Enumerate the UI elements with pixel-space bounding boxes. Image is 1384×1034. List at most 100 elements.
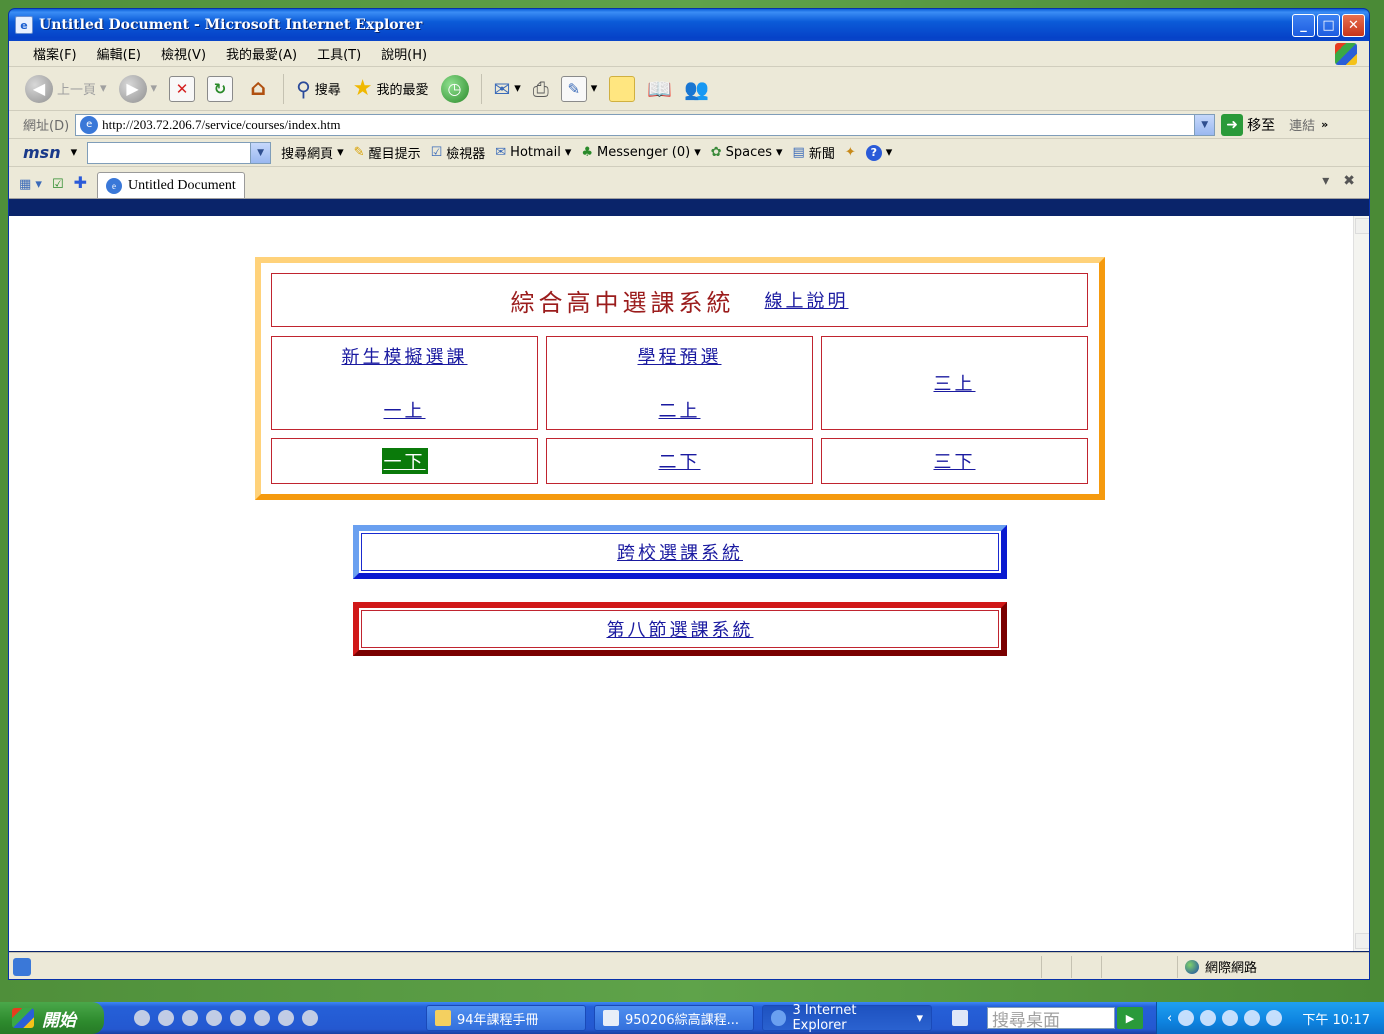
back-button[interactable]: ◀ 上一頁 ▾ (21, 72, 111, 106)
research-button[interactable]: 📖 (643, 72, 676, 106)
grade2-first-link[interactable]: 二上 (659, 397, 701, 423)
messenger-button[interactable]: 👥 (680, 72, 713, 106)
chevron-right-icon[interactable]: » (1321, 118, 1328, 131)
address-input[interactable]: e http://203.72.206.7/service/courses/in… (75, 113, 1216, 136)
vertical-scrollbar[interactable] (1353, 216, 1369, 951)
history-button[interactable]: ◷ (437, 72, 473, 106)
tray-icon[interactable] (1200, 1010, 1217, 1026)
menu-edit[interactable]: 編輯(E) (87, 44, 151, 63)
quick-launch-icon[interactable] (230, 1010, 246, 1026)
cross-school-link[interactable]: 跨校選課系統 (617, 539, 743, 565)
quick-launch-icon[interactable] (158, 1010, 174, 1026)
msn-search-input[interactable]: ▼ (87, 141, 272, 164)
security-zone: 網際網路 (1185, 957, 1257, 976)
msn-search-dropdown-icon[interactable]: ▼ (250, 142, 271, 163)
links-button[interactable]: 連結 (1289, 115, 1315, 134)
tray-expand-icon[interactable]: ‹ (1167, 1011, 1172, 1026)
address-bar: 網址(D) e http://203.72.206.7/service/cour… (9, 111, 1369, 139)
discuss-button[interactable] (605, 72, 639, 106)
quick-launch-icon[interactable] (134, 1010, 150, 1026)
windows-logo-icon (12, 1008, 34, 1028)
desktop-search-input[interactable]: 搜尋桌面 (987, 1007, 1115, 1031)
search-button[interactable]: ⚲ 搜尋 (292, 72, 345, 106)
quick-tabs-icon[interactable]: ▦ ▾ (19, 177, 42, 192)
messenger-msn-button[interactable]: ♣ Messenger (0) ▾ (581, 145, 700, 160)
go-button[interactable]: ➜ 移至 (1221, 113, 1275, 136)
forward-button[interactable]: ▶ ▾ (115, 72, 162, 106)
grade1-second-link[interactable]: 一下 (381, 448, 428, 474)
minimize-button[interactable]: _ (1292, 13, 1315, 37)
help-link[interactable]: 線上說明 (765, 287, 849, 313)
stop-button[interactable]: ✕ (165, 72, 199, 106)
new-tab-icon[interactable]: ✚ (74, 173, 87, 192)
program-pre-link[interactable]: 學程預選 (638, 343, 722, 369)
title-bar[interactable]: e Untitled Document - Microsoft Internet… (9, 9, 1369, 41)
menu-file[interactable]: 檔案(F) (23, 44, 87, 63)
taskbar-item-ie[interactable]: 3 Internet Explorer ▾ (762, 1003, 932, 1033)
start-button[interactable]: 開始 (0, 1002, 104, 1034)
help-button[interactable]: ? ▾ (865, 144, 892, 161)
eighth-period-link[interactable]: 第八節選課系統 (607, 616, 754, 642)
menu-help[interactable]: 說明(H) (371, 44, 437, 63)
scroll-down-icon[interactable] (1355, 933, 1369, 949)
maximize-button[interactable]: □ (1317, 13, 1340, 37)
news-button[interactable]: ▤ 新聞 (793, 143, 835, 162)
back-arrow-icon: ◀ (25, 74, 53, 103)
taskbar-item-word[interactable]: 950206綜高課程... (594, 1005, 754, 1031)
quick-launch-icon[interactable] (206, 1010, 222, 1026)
keyboard-icon[interactable] (952, 1010, 968, 1026)
tray-icon[interactable] (1178, 1010, 1195, 1026)
taskbar-item-folder[interactable]: 94年課程手冊 (426, 1005, 586, 1031)
msn-logo[interactable]: msn (23, 143, 61, 162)
tab-list-icon[interactable]: ▾ (1322, 173, 1329, 189)
grade3-first-link[interactable]: 三上 (934, 370, 976, 396)
search-web-button[interactable]: 搜尋網頁 ▾ (281, 143, 344, 162)
home-button[interactable]: ⌂ (241, 72, 275, 106)
stop-icon: ✕ (169, 75, 196, 102)
messenger-buddy-icon: ♣ (581, 145, 594, 160)
grade2-second-link[interactable]: 二下 (659, 448, 701, 474)
tab-untitled-document[interactable]: e Untitled Document (97, 172, 245, 198)
freshman-sim-link[interactable]: 新生模擬選課 (342, 343, 468, 369)
desktop-search-go-icon[interactable]: ▶ (1117, 1007, 1143, 1029)
close-button[interactable]: ✕ (1342, 13, 1365, 37)
edit-button[interactable]: ✎ ▾ (557, 72, 602, 106)
menu-tools[interactable]: 工具(T) (307, 44, 371, 63)
address-dropdown-icon[interactable]: ▼ (1194, 114, 1215, 135)
document-icon (603, 1010, 619, 1026)
tray-icon[interactable] (1222, 1010, 1239, 1026)
print-button[interactable]: ⎙ (529, 72, 553, 106)
spaces-button[interactable]: ✿ Spaces ▾ (711, 145, 783, 160)
window-title: Untitled Document - Microsoft Internet E… (39, 17, 423, 33)
add-favorite-icon[interactable]: ☑ (52, 177, 64, 192)
cell-grade1-second: 一下 (271, 438, 538, 484)
eighth-period-panel: 第八節選課系統 (353, 602, 1007, 656)
scroll-up-icon[interactable] (1355, 218, 1369, 234)
msn-toolbar: msn ▾ ▼ 搜尋網頁 ▾ ✎ 醒目提示 ☑ 檢視器 ✉ Hotmail ▾ (9, 139, 1369, 167)
grade1-first-link[interactable]: 一上 (384, 397, 426, 423)
clock[interactable]: 下午 10:17 (1302, 1009, 1384, 1028)
page-viewport: 綜合高中選課系統 線上說明 新生模擬選課 一上 學程預選 二上 三上 一下 二下… (9, 216, 1369, 951)
quick-launch-icon[interactable] (254, 1010, 270, 1026)
grade3-second-link[interactable]: 三下 (934, 448, 976, 474)
menu-favorites[interactable]: 我的最愛(A) (216, 44, 307, 63)
cell-grade3-second: 三下 (821, 438, 1088, 484)
close-tab-icon[interactable]: ✖ (1343, 173, 1355, 189)
messenger-icon: 👥 (684, 76, 710, 101)
quick-launch-icon[interactable] (302, 1010, 318, 1026)
highlight-button[interactable]: ✎ 醒目提示 (354, 143, 421, 162)
viewer-button[interactable]: ☑ 檢視器 (431, 143, 486, 162)
msn-options-button[interactable]: ✦ (845, 145, 856, 160)
viewer-icon: ☑ (430, 145, 443, 160)
tray-icon[interactable] (1266, 1010, 1283, 1026)
refresh-button[interactable]: ↻ (203, 72, 237, 106)
mail-button[interactable]: ✉ ▾ (490, 72, 525, 106)
favorites-button[interactable]: ★ 我的最愛 (349, 72, 433, 106)
address-label: 網址(D) (23, 119, 70, 134)
quick-launch-icon[interactable] (278, 1010, 294, 1026)
dropdown-arrow-icon[interactable]: ▾ (71, 145, 78, 160)
menu-view[interactable]: 檢視(V) (151, 44, 216, 63)
hotmail-button[interactable]: ✉ Hotmail ▾ (495, 145, 571, 160)
quick-launch-icon[interactable] (182, 1010, 198, 1026)
tray-icon[interactable] (1244, 1010, 1261, 1026)
